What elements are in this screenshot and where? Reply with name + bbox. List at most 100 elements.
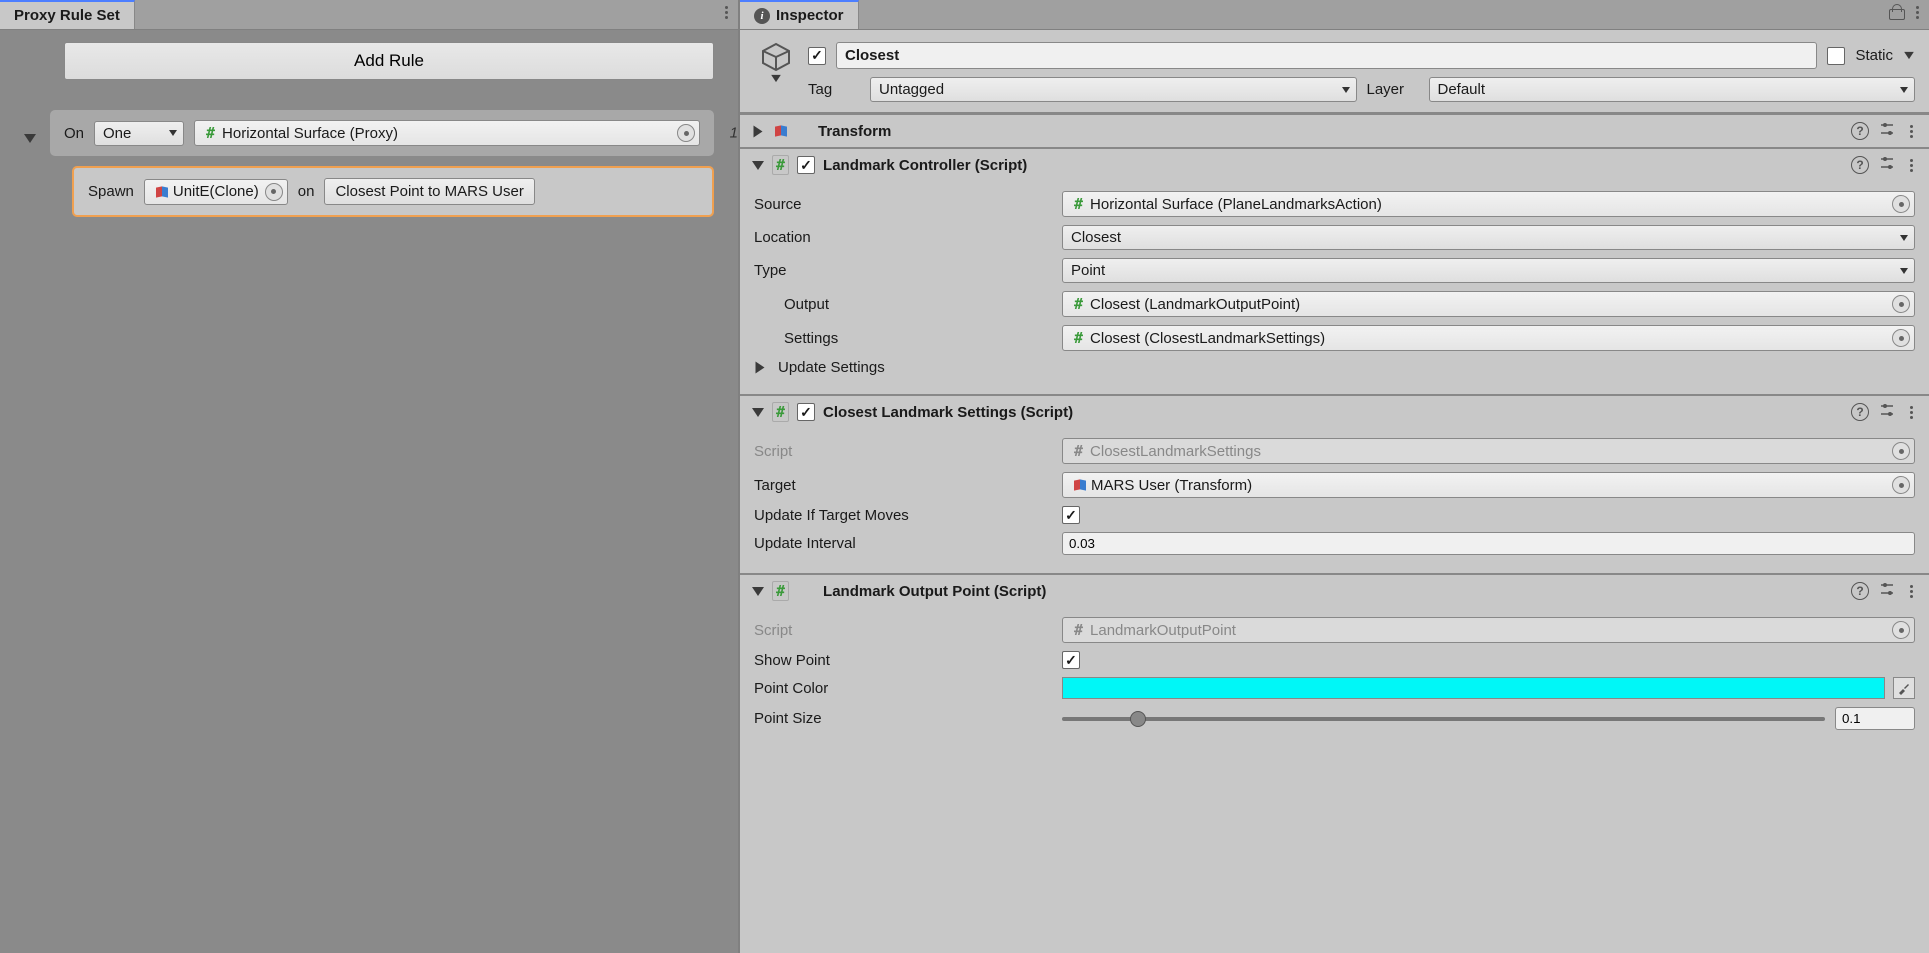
type-label: Type: [754, 262, 1054, 279]
show-point-checkbox[interactable]: [1062, 651, 1080, 669]
object-picker-icon[interactable]: [1892, 476, 1910, 494]
landmark-button[interactable]: Closest Point to MARS User: [324, 178, 534, 205]
info-icon: i: [754, 8, 770, 24]
preset-icon[interactable]: [1879, 155, 1895, 175]
target-label: Target: [754, 477, 1054, 494]
script-icon: #: [772, 155, 789, 175]
static-dropdown-icon[interactable]: [1904, 52, 1914, 59]
script-label: Script: [754, 443, 1054, 460]
panel-menu-icon[interactable]: [1911, 2, 1923, 22]
object-picker-icon[interactable]: [265, 183, 283, 201]
panel-menu-icon[interactable]: [720, 2, 732, 22]
point-size-slider[interactable]: [1062, 717, 1825, 721]
script-hash-icon: #: [1071, 195, 1086, 213]
proxy-reference-text: Horizontal Surface (Proxy): [222, 125, 398, 142]
count-dropdown[interactable]: One: [94, 121, 184, 146]
type-dropdown[interactable]: Point: [1062, 258, 1915, 283]
eyedropper-icon[interactable]: [1893, 677, 1915, 699]
point-size-input[interactable]: [1835, 707, 1915, 730]
location-label: Location: [754, 229, 1054, 246]
component-menu-icon[interactable]: [1905, 402, 1917, 422]
help-icon[interactable]: ?: [1851, 403, 1869, 421]
tab-proxy-rule-set[interactable]: Proxy Rule Set: [0, 0, 135, 29]
preset-icon[interactable]: [1879, 402, 1895, 422]
script-hash-icon: #: [203, 124, 218, 142]
component-landmark-output-point: # Landmark Output Point (Script) ? Scrip…: [740, 573, 1929, 748]
foldout-icon[interactable]: [754, 125, 763, 137]
component-closest-landmark-settings: # Closest Landmark Settings (Script) ? S…: [740, 394, 1929, 573]
foldout-icon[interactable]: [752, 408, 764, 417]
component-transform: Transform ?: [740, 113, 1929, 147]
tab-bar: i Inspector: [740, 0, 1929, 30]
tab-label: Inspector: [776, 7, 844, 24]
object-picker-icon[interactable]: [1892, 295, 1910, 313]
update-if-moves-label: Update If Target Moves: [754, 507, 1054, 524]
inspector-panel: i Inspector Closest Static Tag Untagged …: [740, 0, 1929, 953]
object-picker-icon[interactable]: [1892, 329, 1910, 347]
tab-inspector[interactable]: i Inspector: [740, 0, 859, 29]
help-icon[interactable]: ?: [1851, 582, 1869, 600]
component-menu-icon[interactable]: [1905, 581, 1917, 601]
settings-label: Settings: [754, 330, 1054, 347]
script-hash-icon: #: [1071, 295, 1086, 313]
slider-thumb[interactable]: [1130, 711, 1146, 727]
update-if-moves-checkbox[interactable]: [1062, 506, 1080, 524]
update-settings-label: Update Settings: [778, 359, 885, 376]
component-title: Closest Landmark Settings (Script): [823, 404, 1843, 421]
layer-label: Layer: [1367, 81, 1419, 98]
component-enabled-checkbox[interactable]: [797, 403, 815, 421]
preset-icon[interactable]: [1879, 121, 1895, 141]
gameobject-cube-icon[interactable]: [761, 42, 791, 72]
point-color-swatch[interactable]: [1062, 677, 1885, 699]
component-title: Transform: [818, 123, 1843, 140]
help-icon[interactable]: ?: [1851, 156, 1869, 174]
rule-count-badge: 1: [730, 125, 738, 142]
preset-icon[interactable]: [1879, 581, 1895, 601]
point-size-label: Point Size: [754, 710, 1054, 727]
layer-dropdown[interactable]: Default: [1429, 77, 1916, 102]
rule-row[interactable]: On One # Horizontal Surface (Proxy) 1: [50, 110, 714, 156]
script-field: #ClosestLandmarkSettings: [1062, 438, 1915, 464]
object-picker-icon[interactable]: [677, 124, 695, 142]
object-picker-icon: [1892, 621, 1910, 639]
spawn-on-label: on: [298, 183, 315, 200]
add-rule-button[interactable]: Add Rule: [64, 42, 714, 80]
tag-label: Tag: [808, 81, 860, 98]
component-menu-icon[interactable]: [1905, 155, 1917, 175]
rule-foldout-icon[interactable]: [24, 134, 36, 143]
foldout-icon[interactable]: [752, 161, 764, 170]
spawn-row[interactable]: Spawn UnitE(Clone) on Closest Point to M…: [72, 166, 714, 217]
help-icon[interactable]: ?: [1851, 122, 1869, 140]
script-field: #LandmarkOutputPoint: [1062, 617, 1915, 643]
script-label: Script: [754, 622, 1054, 639]
show-point-label: Show Point: [754, 652, 1054, 669]
target-field[interactable]: MARS User (Transform): [1062, 472, 1915, 498]
update-interval-label: Update Interval: [754, 535, 1054, 552]
spawn-object-field[interactable]: UnitE(Clone): [144, 179, 288, 205]
component-enabled-checkbox[interactable]: [797, 156, 815, 174]
point-color-label: Point Color: [754, 680, 1054, 697]
update-interval-input[interactable]: [1062, 532, 1915, 555]
component-landmark-controller: # Landmark Controller (Script) ? Source …: [740, 147, 1929, 394]
prefab-dropdown-icon[interactable]: [771, 75, 781, 82]
static-label: Static: [1855, 47, 1893, 64]
component-menu-icon[interactable]: [1905, 121, 1917, 141]
active-checkbox[interactable]: [808, 47, 826, 65]
foldout-icon[interactable]: [756, 362, 765, 374]
output-label: Output: [754, 296, 1054, 313]
output-field[interactable]: #Closest (LandmarkOutputPoint): [1062, 291, 1915, 317]
tab-label: Proxy Rule Set: [14, 7, 120, 24]
proxy-reference-field[interactable]: # Horizontal Surface (Proxy): [194, 120, 700, 146]
static-checkbox[interactable]: [1827, 47, 1845, 65]
lock-icon[interactable]: [1889, 4, 1903, 20]
source-label: Source: [754, 196, 1054, 213]
location-dropdown[interactable]: Closest: [1062, 225, 1915, 250]
tag-dropdown[interactable]: Untagged: [870, 77, 1357, 102]
gameobject-name-field[interactable]: Closest: [836, 42, 1817, 69]
spawn-object-text: UnitE(Clone): [173, 183, 259, 200]
object-picker-icon[interactable]: [1892, 195, 1910, 213]
script-hash-icon: #: [1071, 621, 1086, 639]
source-field[interactable]: #Horizontal Surface (PlaneLandmarksActio…: [1062, 191, 1915, 217]
foldout-icon[interactable]: [752, 587, 764, 596]
settings-field[interactable]: #Closest (ClosestLandmarkSettings): [1062, 325, 1915, 351]
